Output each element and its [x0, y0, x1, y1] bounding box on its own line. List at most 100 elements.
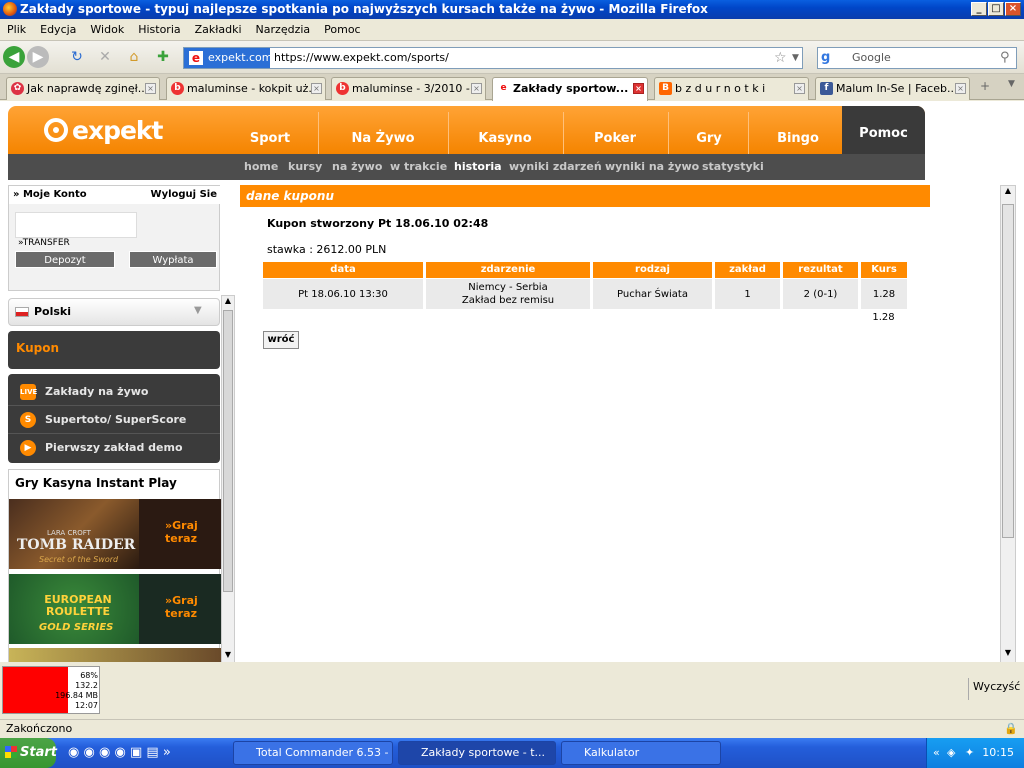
menu-plik[interactable]: Plik	[0, 19, 33, 41]
subnav-kursy[interactable]: kursy	[288, 154, 322, 180]
stop-icon[interactable]: ✕	[94, 46, 116, 68]
kupon-panel[interactable]: Kupon	[8, 331, 220, 369]
close-button[interactable]: ×	[1005, 2, 1021, 16]
url-text[interactable]: https://www.expekt.com/sports/	[274, 48, 449, 68]
new-tab-icon[interactable]: +	[980, 79, 990, 93]
tab-close-icon[interactable]: ×	[145, 83, 156, 94]
tab-close-icon[interactable]: ×	[311, 83, 322, 94]
tab-close-icon[interactable]: ×	[794, 83, 805, 94]
deposit-button[interactable]: Depozyt	[15, 251, 115, 268]
play-now-link[interactable]: »Graj teraz	[165, 519, 221, 545]
firefox-icon	[3, 2, 17, 16]
link-zaklady-na-zywo[interactable]: LIVE Zakłady na żywo	[8, 378, 220, 406]
expekt-e-icon: e	[497, 82, 510, 95]
minimize-button[interactable]: _	[971, 2, 987, 16]
tab-6[interactable]: f Malum In-Se | Faceb... ×	[815, 77, 970, 100]
start-button[interactable]: Start	[0, 738, 57, 768]
reload-icon[interactable]: ↻	[66, 46, 88, 68]
play-now-link[interactable]: »Graj teraz	[165, 594, 221, 620]
scroll-down-icon[interactable]: ▼	[1001, 648, 1015, 662]
chrome-icon[interactable]: ◉	[83, 745, 94, 760]
nav-pomoc[interactable]: Pomoc	[842, 106, 925, 154]
back-arrow-icon[interactable]: ◀	[3, 46, 25, 68]
dropdown-icon[interactable]: ▼	[792, 48, 799, 68]
scroll-up-icon[interactable]: ▲	[222, 296, 234, 308]
scroll-up-icon[interactable]: ▲	[1001, 186, 1015, 200]
col-header-kurs: Kurs	[861, 262, 907, 278]
game-banner-partial[interactable]	[9, 648, 221, 662]
tab-label: Jak naprawdę zginęł...	[27, 82, 149, 95]
navigation-toolbar: ◀ ▶ ↻ ✕ ⌂ ✚ e expekt.com https://www.exp…	[0, 41, 1024, 74]
menu-zakladki[interactable]: Zakładki	[188, 19, 249, 41]
network-icon[interactable]: ◈	[947, 738, 955, 768]
tab-close-icon[interactable]: ×	[633, 83, 644, 94]
chrome-icon[interactable]: ◉	[68, 745, 79, 760]
tab-list-icon[interactable]: ▼	[1008, 79, 1015, 89]
task-total-commander[interactable]: Total Commander 6.53 - ...	[233, 741, 393, 765]
menu-widok[interactable]: Widok	[83, 19, 131, 41]
menu-pomoc[interactable]: Pomoc	[317, 19, 367, 41]
subnav-na-zywo[interactable]: na żywo	[332, 154, 382, 180]
scrollbar-thumb[interactable]	[1002, 204, 1014, 538]
blogger-icon: B	[659, 82, 672, 95]
subnav-wyniki-zdarzen[interactable]: wyniki zdarzeń	[509, 154, 602, 180]
task-firefox[interactable]: Zakłady sportowe - t...	[398, 741, 556, 765]
language-select[interactable]: Polski ▼	[8, 298, 220, 326]
app-icon[interactable]: ▤	[146, 745, 158, 760]
logout-link[interactable]: Wyloguj Sie	[151, 186, 217, 204]
tab-close-icon[interactable]: ×	[471, 83, 482, 94]
site-identity-button[interactable]: e expekt.com	[184, 48, 273, 68]
game-tomb-raider[interactable]: LARA CROFT TOMB RAIDER Secret of the Swo…	[9, 499, 221, 569]
google-icon[interactable]: g	[821, 50, 837, 66]
tab-3[interactable]: b maluminse - 3/2010 -... ×	[331, 77, 486, 100]
lock-icon[interactable]: 🔒	[1004, 720, 1018, 738]
transfer-link[interactable]: »TRANSFER	[18, 238, 70, 248]
subnav-historia[interactable]: historia	[454, 154, 502, 180]
address-bar[interactable]: e expekt.com https://www.expekt.com/spor…	[183, 47, 803, 69]
link-supertoto[interactable]: S Supertoto/ SuperScore	[8, 406, 220, 434]
tab-2[interactable]: b maluminse - kokpit uż... ×	[166, 77, 326, 100]
back-button[interactable]: wróć	[263, 331, 299, 349]
game-european-roulette[interactable]: EUROPEAN ROULETTE GOLD SERIES »Graj tera…	[9, 574, 221, 644]
nav-separator	[563, 112, 564, 154]
page-scrollbar[interactable]: ▲ ▼	[1000, 185, 1016, 662]
sidebar-scrollbar[interactable]: ▲ ▼	[221, 295, 235, 662]
col-header-zdarzenie: zdarzenie	[426, 262, 590, 278]
scrollbar-thumb[interactable]	[223, 310, 233, 592]
star-icon[interactable]: ✦	[965, 738, 974, 768]
withdraw-button[interactable]: Wypłata	[129, 251, 217, 268]
subnav-statystyki[interactable]: statystyki	[702, 154, 764, 180]
magnifier-icon[interactable]: ⚲	[1000, 48, 1010, 68]
tab-label: maluminse - 3/2010 -...	[352, 82, 481, 95]
forward-arrow-icon[interactable]: ▶	[27, 46, 49, 68]
scroll-down-icon[interactable]: ▼	[222, 650, 234, 662]
tab-5[interactable]: Bb z d u r n o t k i ×	[654, 77, 809, 100]
subnav-w-trakcie[interactable]: w trakcie	[390, 154, 447, 180]
app-icon[interactable]: ▣	[130, 745, 142, 760]
status-bar: Zakończono 🔒	[0, 719, 1024, 737]
tray-expand-icon[interactable]: «	[933, 738, 940, 768]
blog-b-icon: b	[171, 82, 184, 95]
chrome-icon[interactable]: ◉	[99, 745, 110, 760]
chrome-icon[interactable]: ◉	[114, 745, 125, 760]
tab-active-expekt[interactable]: e Zakłady sportow... ×	[492, 77, 648, 101]
tab-close-icon[interactable]: ×	[955, 83, 966, 94]
home-icon[interactable]: ⌂	[123, 46, 145, 68]
star-icon[interactable]: ☆	[774, 48, 787, 68]
account-title[interactable]: » Moje Konto	[13, 186, 87, 204]
menu-edycja[interactable]: Edycja	[33, 19, 83, 41]
site-logo[interactable]: expekt	[72, 116, 164, 145]
subnav-wyniki-na-zywo[interactable]: wyniki na żywo	[605, 154, 699, 180]
clear-button[interactable]: Wyczyść	[973, 680, 1020, 693]
expand-icon[interactable]: »	[163, 745, 171, 760]
maximize-button[interactable]: □	[988, 2, 1004, 16]
menu-narzedzia[interactable]: Narzędzia	[249, 19, 318, 41]
menu-historia[interactable]: Historia	[131, 19, 187, 41]
sidebar-links: LIVE Zakłady na żywo S Supertoto/ SuperSco…	[8, 374, 220, 463]
tab-1[interactable]: ✿ Jak naprawdę zginęł... ×	[6, 77, 160, 100]
subnav-home[interactable]: home	[244, 154, 278, 180]
search-box[interactable]: g Google ⚲	[817, 47, 1017, 69]
task-kalkulator[interactable]: Kalkulator	[561, 741, 721, 765]
link-pierwszy-zaklad[interactable]: ▶ Pierwszy zakład demo	[8, 434, 220, 462]
add-bookmark-icon[interactable]: ✚	[152, 46, 174, 68]
